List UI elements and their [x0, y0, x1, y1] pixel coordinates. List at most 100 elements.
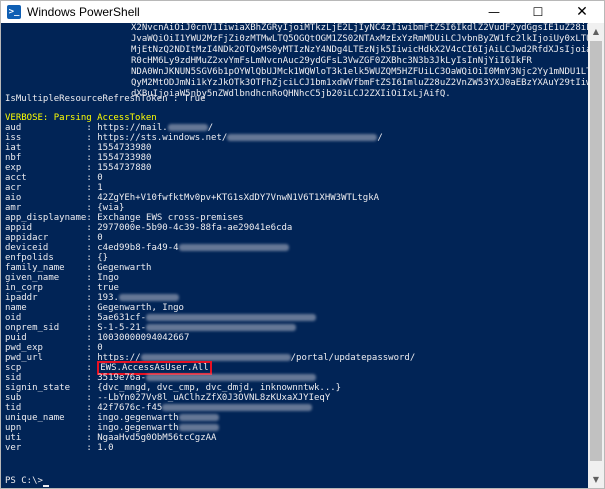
field-sep: : — [86, 293, 92, 303]
field-value: Gegenwarth — [97, 263, 152, 273]
field-key: ver — [5, 443, 22, 453]
field-value: {wia} — [97, 203, 125, 213]
field-sep: : — [86, 173, 92, 183]
field-value: 42f7676c-f45 — [97, 403, 163, 413]
field-sep: : — [86, 393, 92, 403]
field-value: 193. — [97, 293, 119, 303]
field-value: 10030000094042667 — [97, 333, 190, 343]
field-value: 1.0 — [97, 443, 114, 453]
token-blob-line: MjEtNzQ2NDItMzI4NDk2OTQxMS0yMTIzNzY4NDg4… — [131, 45, 588, 55]
field-value: 0 — [97, 343, 103, 353]
redacted-blur — [146, 324, 297, 331]
field-value: ingo.gegenwarth — [97, 423, 179, 433]
close-button[interactable]: ✕ — [560, 1, 604, 23]
field-value: ingo.gegenwarth — [97, 413, 179, 423]
redacted-blur — [146, 314, 317, 321]
field-value: 42ZgYEh+V10fwfktMv0pv+KTG1sXdDY7VnwN1V6T… — [97, 193, 380, 203]
field-sep: : — [86, 323, 92, 333]
field-row: ver : 1.0 — [5, 443, 114, 454]
console-output[interactable]: X2NvcnAiOiJ0cnV1IiwiaXBhZGRyIjoiMTkzLjE2… — [1, 23, 588, 488]
field-sep: : — [86, 283, 92, 293]
field-sep: : — [86, 353, 92, 363]
redacted-blur — [227, 134, 378, 141]
field-value: NgaaHvd5g0ObM56tcCgzAA — [97, 433, 217, 443]
field-value: S-1-5-21- — [97, 323, 147, 333]
field-sep: : — [86, 383, 92, 393]
redacted-blur — [140, 354, 291, 361]
field-sep: : — [86, 253, 92, 263]
scroll-thumb[interactable] — [590, 41, 602, 461]
field-sep: : — [86, 123, 92, 133]
field-sep: : — [86, 133, 92, 143]
field-sep: : — [86, 423, 92, 433]
field-value: Exchange EWS cross-premises — [97, 213, 244, 223]
field-value: 3519e76a- — [97, 373, 147, 383]
field-sep: : — [86, 243, 92, 253]
field-sep: : — [86, 223, 92, 233]
prompt-text: PS C:\> — [5, 476, 43, 486]
field-sep: : — [86, 203, 92, 213]
field-sep: : — [86, 163, 92, 173]
field-value-tail: / — [377, 133, 383, 143]
close-icon: ✕ — [576, 4, 588, 20]
minimize-icon: — — [488, 5, 500, 19]
field-value: --LbYn027Vv8l_uAClhzZfX0J3OVNL8zKUxaXJYI… — [97, 393, 331, 403]
window-controls: — ☐ ✕ — [472, 1, 604, 23]
scroll-down-arrow-icon[interactable]: ▼ — [588, 471, 604, 488]
field-sep: : — [86, 183, 92, 193]
field-sep: : — [86, 273, 92, 283]
field-value: 5ae631cf- — [97, 313, 147, 323]
field-sep: : — [86, 413, 92, 423]
scroll-up-arrow-icon[interactable]: ▲ — [588, 23, 604, 40]
token-blob-line: JvaWQiOiI1YWU2MzFjZi0zMTMwLTQ5OGQtOGM1ZS… — [131, 34, 588, 44]
field-value: Gegenwarth, Ingo — [97, 303, 184, 313]
field-sep: : — [86, 433, 92, 443]
field-value: 0 — [97, 233, 103, 243]
field-sep: : — [86, 193, 92, 203]
field-value: https://sts.windows.net/ — [97, 133, 228, 143]
refresh-token-line: IsMultipleResourceRefreshToken : True — [5, 94, 206, 104]
field-value: {dvc_mngd, dvc_cmp, dvc_dmjd, inknownntw… — [97, 383, 342, 393]
redacted-blur — [162, 404, 313, 411]
field-sep: : — [86, 263, 92, 273]
vertical-scrollbar[interactable]: ▲ ▼ — [588, 23, 604, 488]
field-value: 1554733980 — [97, 143, 152, 153]
token-blob-line: NDA0WnJKNUN5SGV6b1pOYWlQbUJMck1WQWloT3k1… — [131, 67, 588, 77]
field-sep: : — [86, 443, 92, 453]
field-sep: : — [86, 343, 92, 353]
window-title: Windows PowerShell — [27, 5, 140, 19]
field-sep: : — [86, 233, 92, 243]
field-sep: : — [86, 373, 92, 383]
field-value: Ingo — [97, 273, 119, 283]
redacted-blur — [178, 414, 219, 421]
redacted-blur — [178, 244, 289, 251]
powershell-window: >_ Windows PowerShell — ☐ ✕ X2NvcnAiOiJ0… — [0, 0, 605, 489]
field-sep: : — [86, 153, 92, 163]
field-sep: : — [86, 213, 92, 223]
minimize-button[interactable]: — — [472, 1, 516, 23]
command-prompt[interactable]: PS C:\> — [5, 476, 49, 487]
field-value: 1 — [97, 183, 103, 193]
field-value: true — [97, 283, 119, 293]
field-sep: : — [86, 403, 92, 413]
maximize-button[interactable]: ☐ — [516, 1, 560, 23]
field-sep: : — [86, 363, 92, 373]
redacted-blur — [178, 424, 219, 431]
field-value: 1554737880 — [97, 163, 152, 173]
redacted-blur — [167, 124, 208, 131]
field-sep: : — [86, 143, 92, 153]
field-value: 2977000e-5b90-4c39-88fa-ae29041e6cda — [97, 223, 293, 233]
field-sep: : — [86, 333, 92, 343]
field-value-tail: / — [207, 123, 214, 133]
field-value: c4ed99b8-fa49-4 — [97, 243, 179, 253]
field-value: {} — [97, 253, 109, 263]
token-blob-line: QyM2MtODJmNi1kYzJkOTk3OTFhZjciLCJ1bm1xdW… — [131, 78, 588, 88]
token-blob-line: R0cHM6Ly9zdHMuZ2xvYmFsLmNvcnAuc29ydGFsL3… — [131, 56, 532, 66]
field-value: https://mail. — [97, 123, 168, 133]
cursor — [42, 485, 49, 487]
title-bar[interactable]: >_ Windows PowerShell — ☐ ✕ — [1, 1, 604, 23]
field-value: 0 — [97, 173, 103, 183]
field-sep: : — [86, 303, 92, 313]
token-blob-line: X2NvcnAiOiJ0cnV1IiwiaXBhZGRyIjoiMTkzLjE2… — [131, 23, 588, 33]
powershell-icon: >_ — [7, 5, 21, 19]
